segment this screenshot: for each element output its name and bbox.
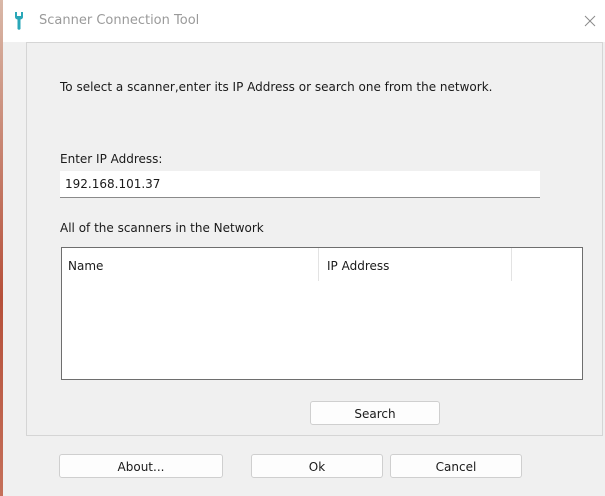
column-header-empty[interactable] (512, 248, 582, 281)
column-header-ip-address[interactable]: IP Address (319, 248, 512, 281)
ip-address-input[interactable] (60, 171, 540, 198)
wrench-icon (13, 11, 25, 31)
scanner-list[interactable]: Name IP Address (61, 247, 583, 380)
title-bar[interactable]: Scanner Connection Tool (3, 0, 605, 42)
background-window-edge (0, 0, 3, 496)
cancel-button[interactable]: Cancel (390, 454, 522, 478)
scanner-connection-dialog: Scanner Connection Tool To select a scan… (0, 0, 605, 496)
search-button[interactable]: Search (310, 401, 440, 425)
ok-button[interactable]: Ok (251, 454, 383, 478)
ip-address-label: Enter IP Address: (60, 152, 163, 166)
window-title: Scanner Connection Tool (39, 13, 200, 28)
about-button[interactable]: About... (59, 454, 223, 478)
scanner-list-header: Name IP Address (62, 248, 582, 281)
scanner-list-label: All of the scanners in the Network (60, 221, 264, 235)
column-header-name[interactable]: Name (62, 248, 319, 281)
close-button[interactable] (577, 8, 603, 34)
instruction-text: To select a scanner,enter its IP Address… (60, 80, 493, 94)
close-icon (584, 15, 596, 27)
